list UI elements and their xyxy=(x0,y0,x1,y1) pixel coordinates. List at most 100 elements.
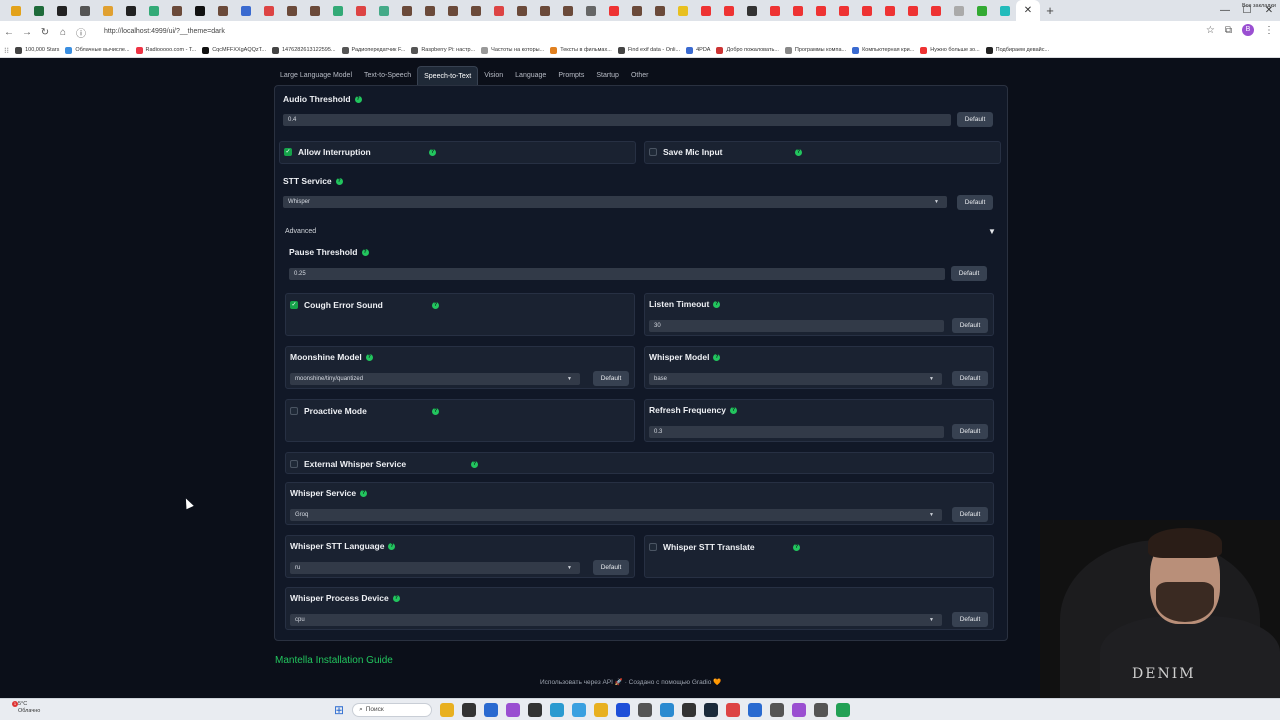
site-info-icon[interactable]: ⓘ xyxy=(72,25,90,40)
browser-tab[interactable] xyxy=(326,0,349,21)
weather-widget[interactable]: 1 5°C Облачно xyxy=(12,701,40,715)
browser-tab[interactable] xyxy=(418,0,441,21)
browser-tab[interactable] xyxy=(648,0,671,21)
browser-tab[interactable] xyxy=(993,0,1016,21)
browser-tab[interactable] xyxy=(165,0,188,21)
allow-interruption-checkbox[interactable]: ✓ xyxy=(284,148,292,156)
refresh-frequency-default-button[interactable]: Default xyxy=(952,424,988,439)
advanced-accordion-title[interactable]: Advanced xyxy=(285,228,316,235)
info-icon[interactable]: ? xyxy=(713,300,721,308)
stt-service-default-button[interactable]: Default xyxy=(957,195,993,210)
taskbar-app-icon[interactable] xyxy=(770,703,785,717)
windows-start-icon[interactable]: ⊞ xyxy=(334,703,344,717)
browser-tab[interactable] xyxy=(27,0,50,21)
extensions-icon[interactable]: ⧉ xyxy=(1225,25,1232,36)
bookmark-item[interactable]: 4PDA xyxy=(686,46,710,54)
browser-tab[interactable] xyxy=(487,0,510,21)
info-icon[interactable]: ? xyxy=(429,149,436,156)
whisper-process-device-select[interactable]: cpu ▼ xyxy=(290,614,942,626)
apps-grid-icon[interactable]: ⁝⁝ xyxy=(4,46,9,55)
external-whisper-service-checkbox[interactable] xyxy=(290,460,298,468)
installation-guide-link[interactable]: Mantella Installation Guide xyxy=(275,655,393,666)
info-icon[interactable]: ? xyxy=(360,489,368,497)
browser-tab[interactable] xyxy=(625,0,648,21)
info-icon[interactable]: ? xyxy=(795,149,802,156)
browser-tab[interactable] xyxy=(142,0,165,21)
taskbar-app-icon[interactable] xyxy=(682,703,697,717)
info-icon[interactable]: ? xyxy=(432,408,439,415)
whisper-model-select[interactable]: base ▼ xyxy=(649,373,942,385)
moonshine-model-default-button[interactable]: Default xyxy=(593,371,629,386)
pause-threshold-default-button[interactable]: Default xyxy=(951,266,987,281)
refresh-frequency-input[interactable]: 0.3 xyxy=(649,426,944,438)
taskbar-app-icon[interactable] xyxy=(704,703,719,717)
taskbar-app-icon[interactable] xyxy=(572,703,587,717)
tab-vision[interactable]: Vision xyxy=(478,66,509,86)
browser-tab[interactable] xyxy=(441,0,464,21)
info-icon[interactable]: ? xyxy=(432,302,439,309)
whisper-stt-language-select[interactable]: ru ▼ xyxy=(290,562,580,574)
taskbar-app-icon[interactable] xyxy=(528,703,543,717)
cough-error-sound-checkbox[interactable]: ✓ xyxy=(290,301,298,309)
browser-tab[interactable] xyxy=(786,0,809,21)
close-tab-icon[interactable]: ✕ xyxy=(1024,5,1032,16)
bookmark-item[interactable]: Облачные вычисле... xyxy=(65,46,130,54)
pause-threshold-input[interactable]: 0.25 xyxy=(289,268,945,280)
info-icon[interactable]: ? xyxy=(365,353,373,361)
browser-tab[interactable] xyxy=(211,0,234,21)
bookmark-item[interactable]: Raspberry Pi: настр... xyxy=(411,46,475,54)
bookmark-item[interactable]: Добро пожаловать... xyxy=(716,46,779,54)
info-icon[interactable]: ? xyxy=(354,95,362,103)
browser-tab[interactable] xyxy=(694,0,717,21)
taskbar-app-icon[interactable] xyxy=(594,703,609,717)
browser-tab[interactable] xyxy=(901,0,924,21)
browser-tab[interactable] xyxy=(257,0,280,21)
reload-icon[interactable]: ↻ xyxy=(36,27,54,38)
taskbar-app-icon[interactable] xyxy=(748,703,763,717)
stt-service-select[interactable]: Whisper ▼ xyxy=(283,196,947,208)
browser-tab[interactable] xyxy=(119,0,142,21)
new-tab-icon[interactable]: + xyxy=(1040,3,1060,18)
all-bookmarks-link[interactable]: Все закладки xyxy=(1242,3,1276,9)
active-browser-tab[interactable]: ✕ xyxy=(1016,0,1040,21)
browser-tab[interactable] xyxy=(188,0,211,21)
browser-tab[interactable] xyxy=(464,0,487,21)
audio-threshold-input[interactable]: 0.4 xyxy=(283,114,951,126)
bookmark-item[interactable]: 100,000 Stars xyxy=(15,46,59,54)
home-icon[interactable]: ⌂ xyxy=(54,27,72,38)
browser-tab[interactable] xyxy=(671,0,694,21)
taskbar-app-icon[interactable] xyxy=(550,703,565,717)
browser-tab[interactable] xyxy=(947,0,970,21)
browser-tab[interactable] xyxy=(50,0,73,21)
taskbar-app-icon[interactable] xyxy=(638,703,653,717)
save-mic-input-checkbox[interactable] xyxy=(649,148,657,156)
taskbar-app-icon[interactable] xyxy=(660,703,675,717)
bookmark-item[interactable]: Find exif data - Onli... xyxy=(617,46,680,54)
browser-tab[interactable] xyxy=(970,0,993,21)
browser-tab[interactable] xyxy=(717,0,740,21)
bookmark-item[interactable]: Radiooooo.com - T... xyxy=(135,46,196,54)
audio-threshold-default-button[interactable]: Default xyxy=(957,112,993,127)
browser-tab[interactable] xyxy=(372,0,395,21)
menu-icon[interactable]: ⋮ xyxy=(1264,25,1274,36)
browser-tab[interactable] xyxy=(740,0,763,21)
browser-tab[interactable] xyxy=(96,0,119,21)
info-icon[interactable]: ? xyxy=(713,353,721,361)
collapse-triangle-icon[interactable]: ▼ xyxy=(988,227,996,236)
taskbar-app-icon[interactable] xyxy=(462,703,477,717)
tab-language[interactable]: Language xyxy=(509,66,552,86)
bookmark-star-icon[interactable]: ☆ xyxy=(1206,25,1215,36)
browser-tab[interactable] xyxy=(349,0,372,21)
browser-tab[interactable] xyxy=(533,0,556,21)
info-icon[interactable]: ? xyxy=(730,406,737,414)
bookmark-item[interactable]: Компьютерная кри... xyxy=(852,46,914,54)
tab-other[interactable]: Other xyxy=(625,66,655,86)
taskbar-search[interactable]: ⌕ Поиск xyxy=(352,703,433,717)
back-icon[interactable]: ← xyxy=(0,27,18,38)
browser-tab[interactable] xyxy=(602,0,625,21)
info-icon[interactable]: ? xyxy=(388,542,396,550)
taskbar-app-icon[interactable] xyxy=(814,703,829,717)
whisper-stt-language-default-button[interactable]: Default xyxy=(593,560,629,575)
whisper-service-select[interactable]: Groq ▼ xyxy=(290,509,942,521)
tab-startup[interactable]: Startup xyxy=(590,66,625,86)
